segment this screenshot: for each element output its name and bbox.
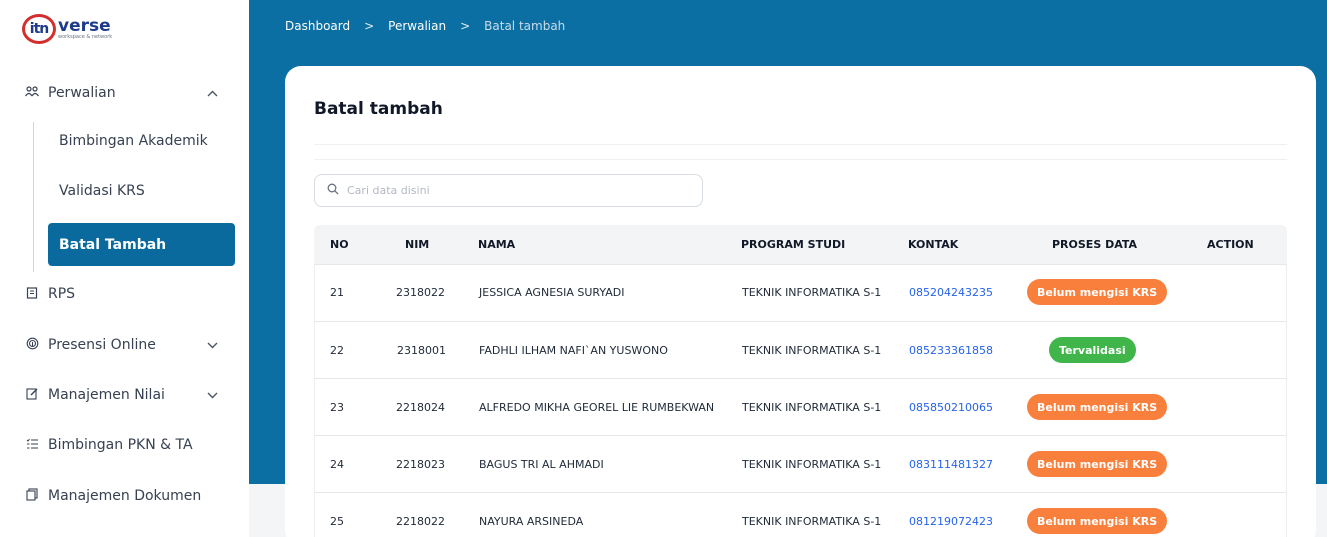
table-row: 22 2318001 FADHLI ILHAM NAFI`AN YUSWONO … bbox=[314, 322, 1287, 379]
status-badge: Belum mengisi KRS bbox=[1027, 394, 1168, 420]
page-title: Batal tambah bbox=[314, 99, 443, 119]
chevron-down-icon bbox=[207, 338, 218, 352]
sidebar-item-manajemen-nilai[interactable]: Manajemen Nilai bbox=[24, 383, 224, 407]
cell-nama: BAGUS TRI AL AHMADI bbox=[479, 458, 604, 471]
cell-nim: 2218024 bbox=[396, 401, 445, 414]
sidebar-subitem-batal-tambah[interactable]: Batal Tambah bbox=[48, 223, 235, 266]
cell-no: 22 bbox=[330, 344, 344, 357]
cell-kontak-link[interactable]: 085204243235 bbox=[909, 286, 993, 299]
logo-mark: itn bbox=[22, 14, 56, 44]
sidebar-item-label: Perwalian bbox=[48, 85, 116, 101]
search-box[interactable] bbox=[314, 174, 703, 207]
cell-nama: NAYURA ARSINEDA bbox=[479, 515, 584, 528]
chevron-right-icon: > bbox=[460, 19, 471, 33]
col-header-nama: NAMA bbox=[478, 238, 516, 251]
sidebar-item-label: Manajemen Nilai bbox=[48, 387, 165, 403]
cell-no: 23 bbox=[330, 401, 344, 414]
sidebar-item-rps[interactable]: RPS bbox=[24, 282, 224, 306]
breadcrumb-dashboard[interactable]: Dashboard bbox=[285, 19, 350, 33]
cell-no: 21 bbox=[330, 286, 344, 299]
cell-nama: FADHLI ILHAM NAFI`AN YUSWONO bbox=[479, 344, 668, 357]
breadcrumb-current: Batal tambah bbox=[484, 19, 566, 33]
sidebar-item-manajemen-dokumen[interactable]: Manajemen Dokumen bbox=[24, 484, 224, 508]
table-row: 25 2218022 NAYURA ARSINEDA TEKNIK INFORM… bbox=[314, 493, 1287, 537]
cell-nama: JESSICA AGNESIA SURYADI bbox=[479, 286, 625, 299]
search-icon bbox=[327, 183, 339, 198]
sidebar-item-label: RPS bbox=[48, 286, 76, 302]
divider bbox=[314, 144, 1287, 145]
cell-program-studi: TEKNIK INFORMATIKA S-1 bbox=[742, 458, 882, 471]
sidebar-item-perwalian[interactable]: Perwalian bbox=[24, 81, 224, 105]
col-header-proses-data: PROSES DATA bbox=[1052, 238, 1138, 251]
cell-kontak-link[interactable]: 085233361858 bbox=[909, 344, 993, 357]
col-header-program-studi: PROGRAM STUDI bbox=[741, 238, 846, 251]
breadcrumb-perwalian[interactable]: Perwalian bbox=[388, 19, 446, 33]
document-icon bbox=[24, 488, 40, 504]
sidebar-item-bimbingan-pkn-ta[interactable]: Bimbingan PKN & TA bbox=[24, 433, 224, 457]
cell-kontak-link[interactable]: 083111481327 bbox=[909, 458, 993, 471]
search-input[interactable] bbox=[347, 184, 677, 197]
status-badge: Tervalidasi bbox=[1049, 337, 1136, 363]
logo-word: verse bbox=[58, 16, 111, 36]
cell-program-studi: TEKNIK INFORMATIKA S-1 bbox=[742, 515, 882, 528]
cell-no: 25 bbox=[330, 515, 344, 528]
table-row: 23 2218024 ALFREDO MIKHA GEOREL LIE RUMB… bbox=[314, 379, 1287, 436]
table-row: 24 2218023 BAGUS TRI AL AHMADI TEKNIK IN… bbox=[314, 436, 1287, 493]
users-icon bbox=[24, 85, 40, 101]
cell-nama: ALFREDO MIKHA GEOREL LIE RUMBEKWAN bbox=[479, 401, 715, 414]
cell-nim: 2318022 bbox=[396, 286, 445, 299]
status-badge: Belum mengisi KRS bbox=[1027, 279, 1168, 305]
cell-nim: 2218022 bbox=[396, 515, 445, 528]
status-badge: Belum mengisi KRS bbox=[1027, 508, 1168, 534]
breadcrumb: Dashboard > Perwalian > Batal tambah bbox=[285, 19, 565, 33]
chevron-right-icon: > bbox=[364, 19, 375, 33]
content-card: Batal tambah NO NIM NAMA PROGRAM STUDI K… bbox=[285, 66, 1316, 537]
col-header-no: NO bbox=[330, 238, 349, 251]
cell-program-studi: TEKNIK INFORMATIKA S-1 bbox=[742, 401, 882, 414]
logo[interactable]: itn verse workspace & network bbox=[22, 14, 112, 44]
cell-no: 24 bbox=[330, 458, 344, 471]
cell-program-studi: TEKNIK INFORMATIKA S-1 bbox=[742, 286, 882, 299]
chevron-up-icon bbox=[207, 86, 218, 100]
cell-kontak-link[interactable]: 085850210065 bbox=[909, 401, 993, 414]
col-header-nim: NIM bbox=[405, 238, 430, 251]
submenu-guide-line bbox=[33, 122, 34, 272]
divider bbox=[314, 159, 1287, 160]
table-header: NO NIM NAMA PROGRAM STUDI KONTAK PROSES … bbox=[314, 225, 1287, 265]
sidebar: itn verse workspace & network Perwalian … bbox=[0, 0, 249, 537]
book-icon bbox=[24, 286, 40, 302]
sidebar-item-label: Bimbingan PKN & TA bbox=[48, 437, 193, 453]
data-table: NO NIM NAMA PROGRAM STUDI KONTAK PROSES … bbox=[314, 225, 1287, 537]
list-icon bbox=[24, 438, 40, 453]
sidebar-item-label: Presensi Online bbox=[48, 337, 156, 353]
logo-tagline: workspace & network bbox=[58, 34, 113, 40]
cell-program-studi: TEKNIK INFORMATIKA S-1 bbox=[742, 344, 882, 357]
chevron-down-icon bbox=[207, 388, 218, 402]
sidebar-subitem-validasi-krs[interactable]: Validasi KRS bbox=[59, 183, 145, 199]
edit-icon bbox=[24, 387, 40, 403]
cell-kontak-link[interactable]: 081219072423 bbox=[909, 515, 993, 528]
col-header-action: ACTION bbox=[1207, 238, 1254, 251]
sidebar-item-presensi-online[interactable]: Presensi Online bbox=[24, 333, 224, 357]
status-badge: Belum mengisi KRS bbox=[1027, 451, 1168, 477]
sidebar-item-label: Manajemen Dokumen bbox=[48, 488, 202, 504]
col-header-kontak: KONTAK bbox=[908, 238, 959, 251]
sidebar-subitem-bimbingan-akademik[interactable]: Bimbingan Akademik bbox=[59, 133, 208, 149]
fingerprint-icon bbox=[24, 337, 40, 353]
cell-nim: 2218023 bbox=[396, 458, 445, 471]
cell-nim: 2318001 bbox=[397, 344, 446, 357]
table-row: 21 2318022 JESSICA AGNESIA SURYADI TEKNI… bbox=[314, 265, 1287, 322]
